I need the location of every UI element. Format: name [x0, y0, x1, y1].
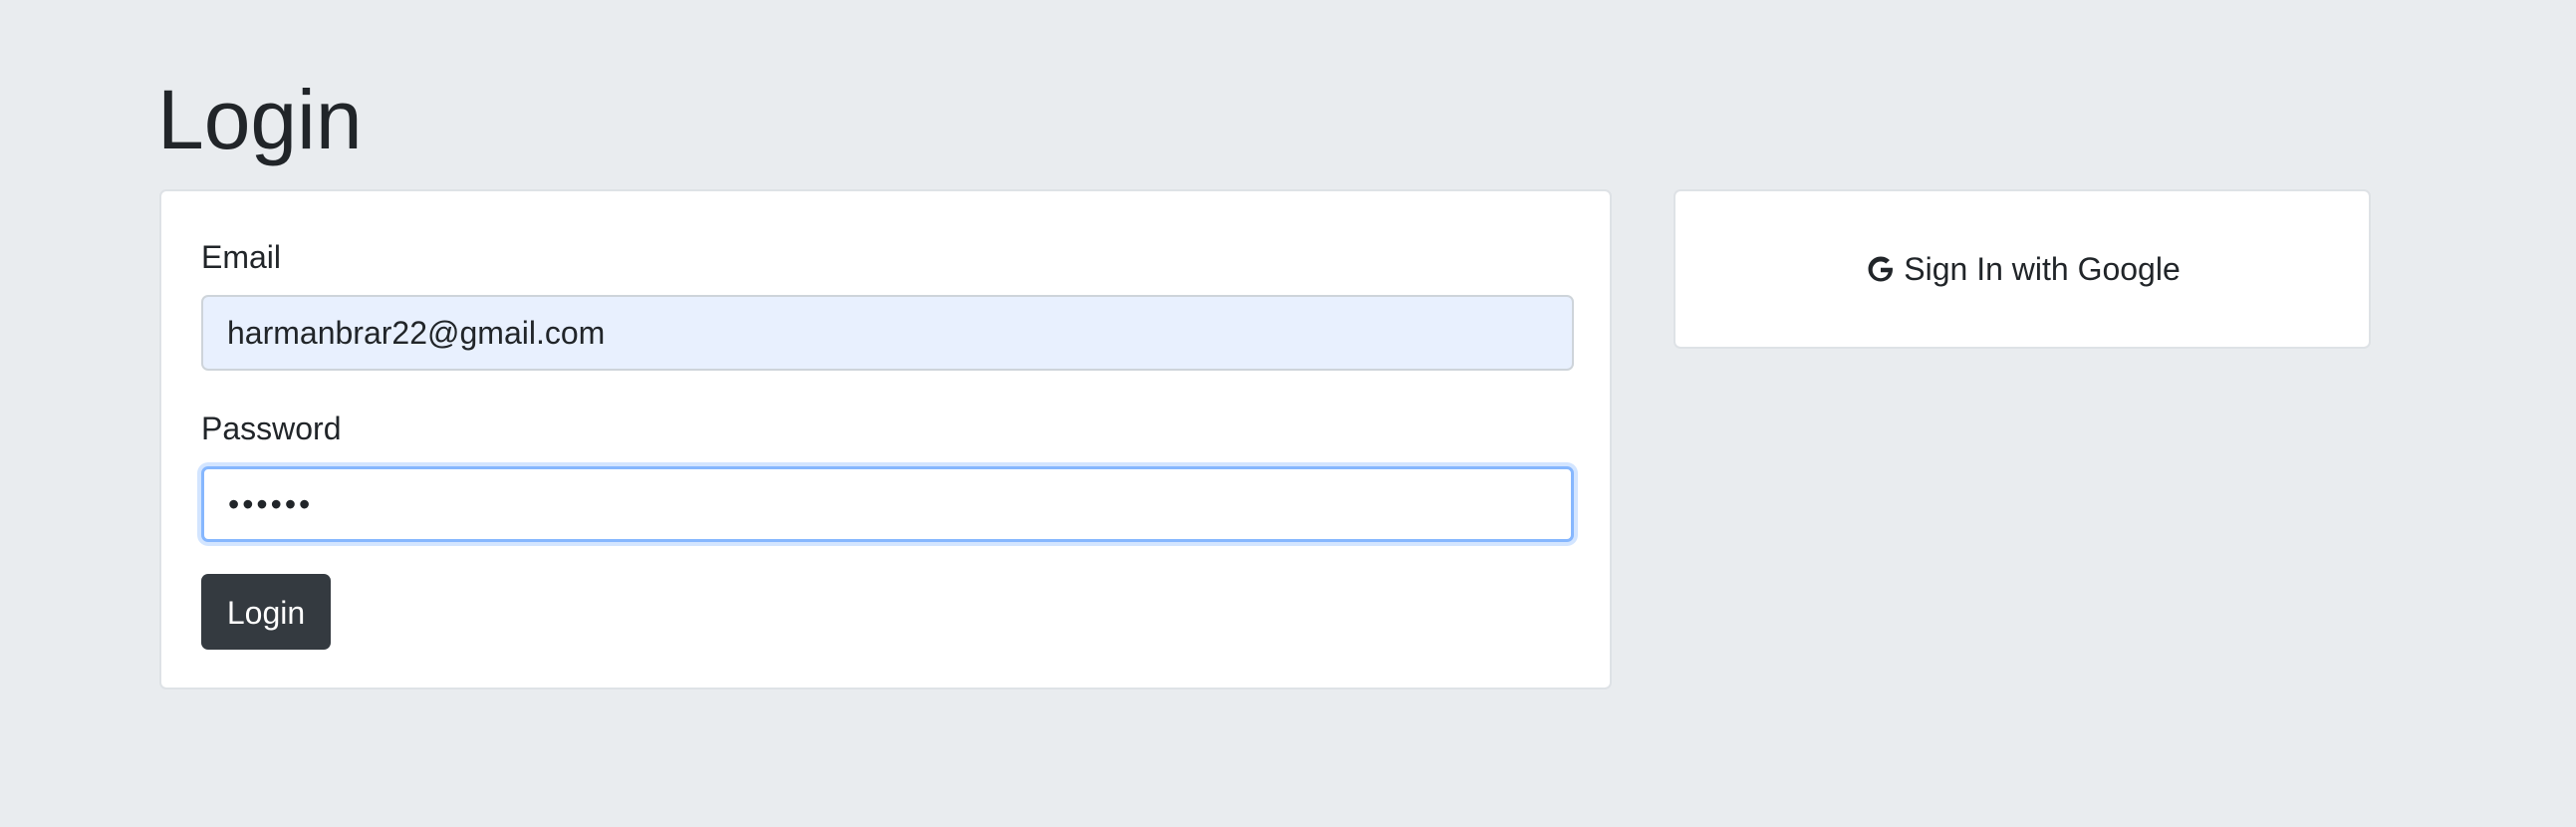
- password-label: Password: [201, 411, 342, 446]
- password-field[interactable]: [201, 466, 1574, 542]
- login-form-card: Email Password Login: [159, 189, 1612, 689]
- login-button[interactable]: Login: [201, 574, 331, 650]
- google-signin-label: Sign In with Google: [1904, 250, 2181, 287]
- google-g-icon: [1864, 252, 1898, 286]
- page-title: Login: [157, 73, 363, 166]
- email-label: Email: [201, 239, 282, 275]
- google-signin-button[interactable]: Sign In with Google: [1864, 251, 2181, 288]
- email-field[interactable]: [201, 295, 1574, 371]
- google-signin-card: Sign In with Google: [1674, 189, 2371, 349]
